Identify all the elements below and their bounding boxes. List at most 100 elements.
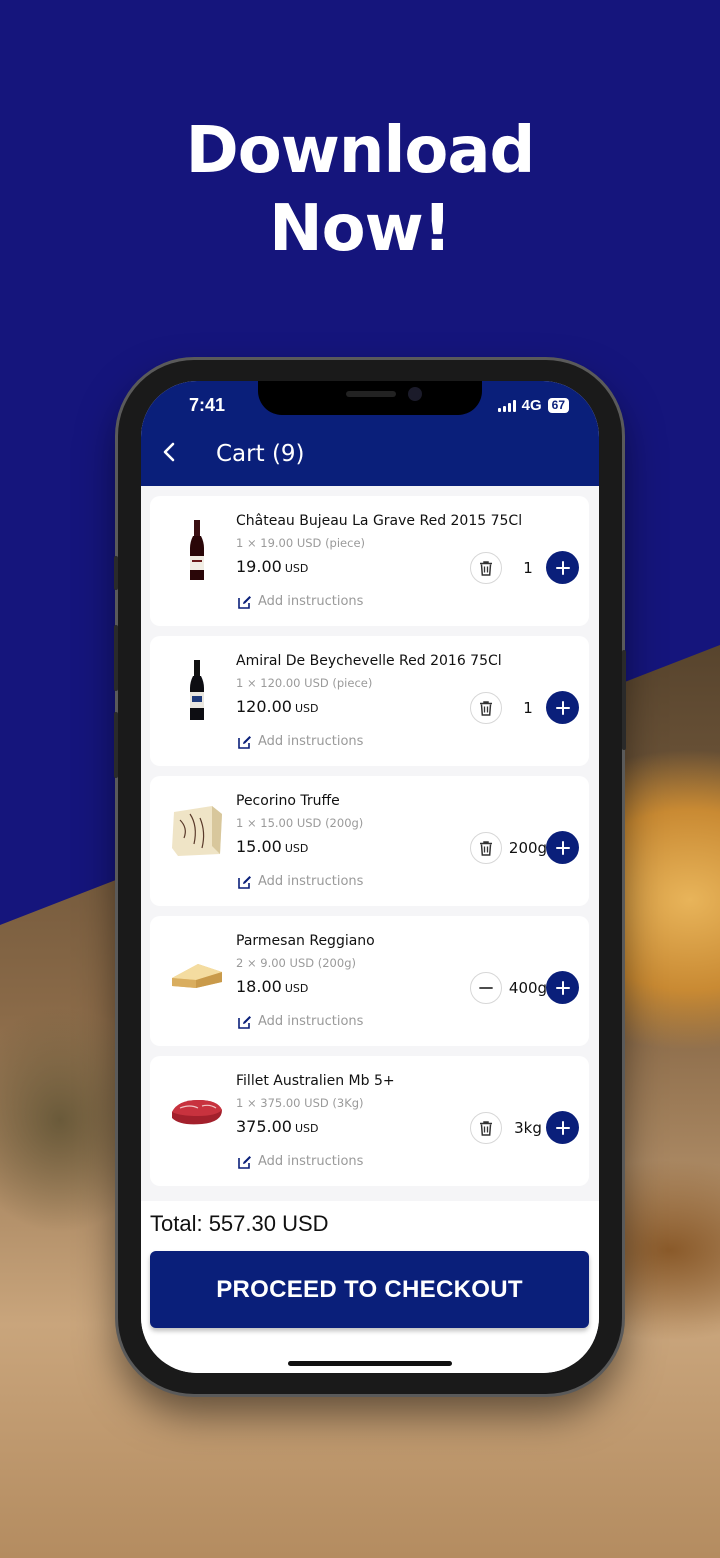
quantity-value: 3kg (514, 1119, 542, 1137)
plus-icon (555, 980, 570, 995)
cart-footer: Total: 557.30 USD PROCEED TO CHECKOUT (141, 1201, 599, 1373)
price-currency: USD (294, 702, 319, 715)
increase-quantity-button[interactable] (546, 831, 579, 864)
trash-icon (480, 841, 492, 856)
back-arrow-icon[interactable] (159, 441, 181, 463)
signal-icon (497, 399, 516, 412)
remove-item-button[interactable] (470, 692, 502, 724)
phone-side-button (114, 556, 118, 590)
product-name[interactable]: Fillet Australien Mb 5+ (236, 1073, 395, 1089)
product-unit-price: 2 × 9.00 USD (200g) (236, 956, 356, 970)
page-title: Cart (9) (216, 441, 305, 467)
raw-beef-steak-image (172, 1100, 222, 1125)
price-value: 19.00 (236, 557, 282, 576)
product-name[interactable]: Pecorino Truffe (236, 793, 340, 809)
proceed-to-checkout-button[interactable]: PROCEED TO CHECKOUT (150, 1251, 589, 1328)
wine-bottle-image (190, 660, 204, 720)
product-name[interactable]: Parmesan Reggiano (236, 933, 375, 949)
product-total-price: 19.00 USD (236, 557, 308, 576)
phone-side-button (114, 712, 118, 778)
quantity-value: 200g (508, 839, 548, 857)
plus-icon (555, 1120, 570, 1135)
product-unit-price: 1 × 120.00 USD (piece) (236, 676, 373, 690)
front-camera (408, 387, 422, 401)
quantity-value: 1 (523, 559, 533, 577)
price-value: 375.00 (236, 1117, 292, 1136)
remove-item-button[interactable] (470, 1112, 502, 1144)
cart-item: Château Bujeau La Grave Red 2015 75Cl 1 … (150, 496, 589, 626)
home-indicator[interactable] (288, 1361, 452, 1366)
product-total-price: 15.00 USD (236, 837, 308, 856)
headline-line-2: Now! (269, 192, 452, 266)
instructions-label: Add instructions (258, 1014, 364, 1029)
product-unit-price: 1 × 15.00 USD (200g) (236, 816, 364, 830)
price-currency: USD (284, 562, 309, 575)
phone-notch (258, 381, 482, 415)
phone-side-button (622, 650, 626, 750)
price-currency: USD (294, 1122, 319, 1135)
product-total-price: 18.00 USD (236, 977, 308, 996)
add-instructions-link[interactable]: Add instructions (238, 1014, 363, 1029)
headline-line-1: Download (185, 114, 536, 188)
edit-icon (238, 1155, 251, 1169)
increase-quantity-button[interactable] (546, 1111, 579, 1144)
edit-icon (238, 875, 251, 889)
add-instructions-link[interactable]: Add instructions (238, 874, 363, 889)
quantity-stepper: 1 (470, 691, 580, 725)
product-total-price: 375.00 USD (236, 1117, 319, 1136)
price-currency: USD (284, 982, 309, 995)
add-instructions-link[interactable]: Add instructions (238, 1154, 363, 1169)
quantity-stepper: 3kg (470, 1111, 580, 1145)
app-bar: Cart (9) (141, 415, 599, 486)
add-instructions-link[interactable]: Add instructions (238, 734, 363, 749)
increase-quantity-button[interactable] (546, 971, 579, 1004)
instructions-label: Add instructions (258, 874, 364, 889)
price-value: 120.00 (236, 697, 292, 716)
status-time: 7:41 (189, 395, 226, 415)
price-value: 15.00 (236, 837, 282, 856)
product-name[interactable]: Amiral De Beychevelle Red 2016 75Cl (236, 653, 502, 669)
product-name[interactable]: Château Bujeau La Grave Red 2015 75Cl (236, 513, 522, 529)
instructions-label: Add instructions (258, 734, 364, 749)
cart-item: Parmesan Reggiano 2 × 9.00 USD (200g) 18… (150, 916, 589, 1046)
instructions-label: Add instructions (258, 594, 364, 609)
cart-total: Total: 557.30 USD (150, 1211, 329, 1236)
cart-item: Fillet Australien Mb 5+ 1 × 375.00 USD (… (150, 1056, 589, 1186)
product-total-price: 120.00 USD (236, 697, 319, 716)
minus-icon (479, 987, 493, 989)
edit-icon (238, 595, 251, 609)
status-indicators: 4G 67 (497, 397, 569, 414)
edit-icon (238, 1015, 251, 1029)
trash-icon (480, 561, 492, 576)
remove-item-button[interactable] (470, 552, 502, 584)
plus-icon (555, 700, 570, 715)
increase-quantity-button[interactable] (546, 551, 579, 584)
quantity-stepper: 1 (470, 551, 580, 585)
quantity-value: 400g (508, 979, 548, 997)
instructions-label: Add instructions (258, 1154, 364, 1169)
plus-icon (555, 840, 570, 855)
remove-item-button[interactable] (470, 832, 502, 864)
promo-headline: Download Now! (0, 112, 720, 268)
increase-quantity-button[interactable] (546, 691, 579, 724)
phone-side-button (114, 625, 118, 691)
quantity-value: 1 (523, 699, 533, 717)
cart-item: Pecorino Truffe 1 × 15.00 USD (200g) 15.… (150, 776, 589, 906)
add-instructions-link[interactable]: Add instructions (238, 594, 363, 609)
red-wine-bottle-image (190, 520, 204, 580)
quantity-stepper: 200g (470, 831, 580, 865)
edit-icon (238, 735, 251, 749)
parmesan-cheese-image (172, 964, 222, 988)
plus-icon (555, 560, 570, 575)
decrease-quantity-button[interactable] (470, 972, 502, 1004)
phone-screen: 7:41 4G 67 Cart (9) Château Bujeau La Gr… (141, 381, 599, 1373)
truffle-cheese-image (172, 806, 222, 856)
trash-icon (480, 1121, 492, 1136)
product-unit-price: 1 × 375.00 USD (3Kg) (236, 1096, 364, 1110)
price-currency: USD (284, 842, 309, 855)
cart-item: Amiral De Beychevelle Red 2016 75Cl 1 × … (150, 636, 589, 766)
product-unit-price: 1 × 19.00 USD (piece) (236, 536, 366, 550)
speaker-grille (346, 391, 396, 397)
quantity-stepper: 400g (470, 971, 580, 1005)
network-label: 4G (521, 397, 542, 414)
